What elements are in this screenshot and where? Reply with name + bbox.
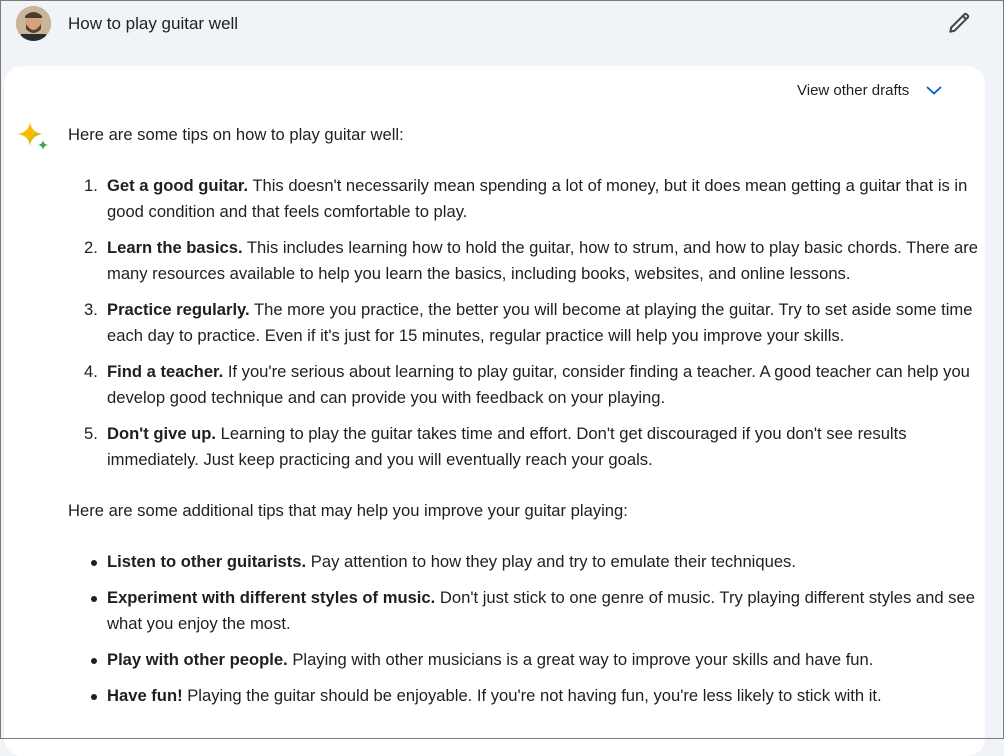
list-item-text: Playing with other musicians is a great … (287, 650, 874, 669)
gemini-sparkle-icon (16, 120, 52, 156)
list-item-text: Playing the guitar should be enjoyable. … (182, 686, 882, 705)
numbered-list-item: 2. Learn the basics. This includes learni… (68, 235, 980, 287)
edit-prompt-button[interactable] (946, 10, 972, 36)
list-item-title: Don't give up. (107, 424, 217, 443)
list-item-text: Pay attention to how they play and try t… (306, 552, 796, 571)
list-number: 3. (84, 300, 98, 319)
list-number: 1. (84, 176, 98, 195)
list-item-title: Get a good guitar. (107, 176, 249, 195)
drafts-label: View other drafts (797, 82, 910, 99)
list-item-text: If you're serious about learning to play… (107, 362, 970, 407)
view-other-drafts-button[interactable]: View other drafts (797, 82, 943, 100)
list-item-title: Listen to other guitarists. (107, 552, 307, 571)
numbered-list-item: 4. Find a teacher. If you're serious abou… (68, 359, 980, 411)
response-intro: Here are some tips on how to play guitar… (68, 125, 404, 144)
bullet-list-item: Play with other people. Playing with oth… (68, 647, 980, 673)
numbered-list-item: 1. Get a good guitar. This doesn't necess… (68, 173, 980, 225)
list-number: 2. (84, 238, 98, 257)
pencil-icon (949, 12, 970, 33)
additional-tips-list: Listen to other guitarists. Pay attentio… (68, 549, 980, 709)
response-content: Here are some tips on how to play guitar… (68, 122, 980, 719)
user-avatar[interactable] (16, 6, 51, 41)
bullet-list-item: Listen to other guitarists. Pay attentio… (68, 549, 980, 575)
bullet-list-item: Experiment with different styles of musi… (68, 585, 980, 637)
list-item-title: Have fun! (107, 686, 183, 705)
chevron-down-icon (925, 83, 943, 100)
list-item-title: Find a teacher. (107, 362, 224, 381)
bullet-dot (91, 694, 97, 700)
user-prompt-row: How to play guitar well (16, 6, 976, 42)
additional-intro: Here are some additional tips that may h… (68, 501, 628, 520)
list-item-title: Learn the basics. (107, 238, 243, 257)
list-item-title: Practice regularly. (107, 300, 250, 319)
list-item-title: Play with other people. (107, 650, 288, 669)
list-item-text: Learning to play the guitar takes time a… (107, 424, 907, 469)
list-number: 4. (84, 362, 98, 381)
response-card: View other drafts Here are some tips on … (4, 66, 985, 756)
list-number: 5. (84, 424, 98, 443)
numbered-list-item: 5. Don't give up. Learning to play the gu… (68, 421, 980, 473)
bullet-list-item: Have fun! Playing the guitar should be e… (68, 683, 980, 709)
user-prompt-text: How to play guitar well (68, 14, 239, 33)
bullet-dot (91, 560, 97, 566)
bullet-dot (91, 596, 97, 602)
list-item-title: Experiment with different styles of musi… (107, 588, 436, 607)
bullet-dot (91, 658, 97, 664)
numbered-list-item: 3. Practice regularly. The more you pract… (68, 297, 980, 349)
tips-list: 1. Get a good guitar. This doesn't necess… (68, 173, 980, 473)
